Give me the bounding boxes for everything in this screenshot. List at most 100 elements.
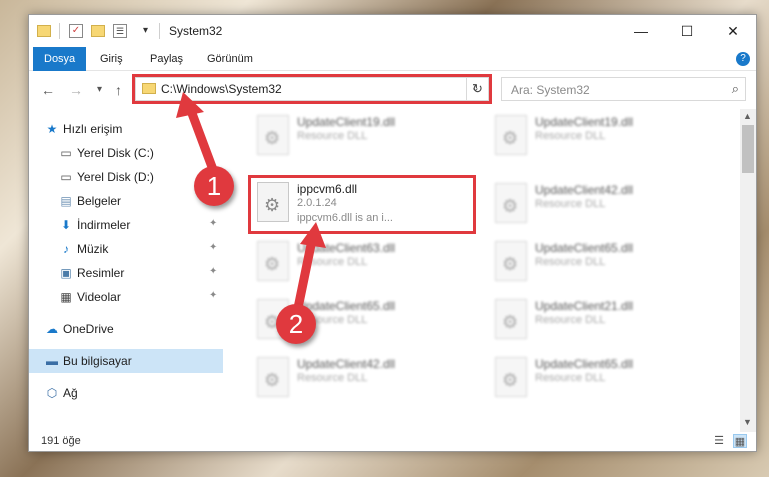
sidebar-item-label: Müzik: [77, 242, 109, 256]
title-bar: ✓ ☰ ▾ System32 — ☐ ✕: [29, 15, 756, 47]
sidebar-item-local-disk-c[interactable]: ▭ Yerel Disk (C:): [29, 141, 223, 165]
scroll-down-icon[interactable]: ▼: [743, 417, 752, 427]
help-icon[interactable]: ?: [736, 52, 750, 66]
sidebar-item-quick-access[interactable]: ★ Hızlı erişim: [29, 117, 223, 141]
file-item[interactable]: ⚙ UpdateClient65.dll Resource DLL: [485, 237, 705, 293]
dll-file-icon: ⚙: [495, 115, 527, 155]
sidebar-item-onedrive[interactable]: ☁ OneDrive: [29, 317, 223, 341]
file-item[interactable]: ⚙ UpdateClient65.dll Resource DLL: [485, 353, 705, 409]
close-button[interactable]: ✕: [710, 15, 756, 47]
pin-icon[interactable]: ✦: [209, 290, 217, 301]
sidebar-item-label: Resimler: [77, 266, 125, 280]
item-count: 191 öğe: [41, 435, 81, 447]
cloud-icon: ☁: [46, 322, 58, 336]
status-bar: 191 öğe ☰ ▦: [29, 432, 756, 451]
file-type: Resource DLL: [535, 256, 606, 268]
divider: [59, 23, 60, 39]
file-type: Resource DLL: [535, 198, 606, 210]
explorer-window: ✓ ☰ ▾ System32 — ☐ ✕ Dosya Giriş Paylaş …: [28, 14, 757, 452]
file-type: Resource DLL: [297, 256, 368, 268]
file-item[interactable]: ⚙ UpdateClient19.dll Resource DLL: [485, 111, 705, 167]
drive-icon: ▭: [60, 146, 72, 160]
pin-icon[interactable]: ✦: [209, 266, 217, 277]
sidebar-item-label: OneDrive: [63, 322, 114, 336]
tab-home[interactable]: Giriş: [89, 47, 134, 71]
tab-view[interactable]: Görünüm: [196, 47, 264, 71]
tiles-view-icon[interactable]: ▦: [733, 434, 747, 448]
vertical-scrollbar[interactable]: ▲ ▼: [740, 109, 756, 432]
tab-file[interactable]: Dosya: [33, 47, 87, 71]
sidebar-item-label: Yerel Disk (D:): [77, 170, 154, 184]
sidebar-item-pictures[interactable]: ▣ Resimler ✦: [29, 261, 223, 285]
address-highlight-box: [132, 74, 492, 104]
dll-file-icon: ⚙: [257, 115, 289, 155]
pin-icon[interactable]: ✦: [209, 242, 217, 253]
customize-toolbar-icon[interactable]: ☰: [113, 24, 127, 38]
sidebar-item-network[interactable]: ⬡ Ağ: [29, 381, 223, 405]
file-name: UpdateClient21.dll: [535, 299, 634, 313]
chevron-down-icon[interactable]: ▾: [143, 25, 148, 41]
dll-file-icon: ⚙: [495, 357, 527, 397]
file-name: UpdateClient65.dll: [535, 357, 634, 371]
dll-file-icon: ⚙: [257, 357, 289, 397]
dll-file-icon: ⚙: [495, 183, 527, 223]
sidebar-item-downloads[interactable]: ⬇ İndirmeler ✦: [29, 213, 223, 237]
navigation-bar: ← → ▾ ↑ C:\Windows\System32 ⌄ ↻ Ara: Sys…: [29, 72, 756, 108]
ribbon-tabs: Dosya Giriş Paylaş Görünüm ?: [29, 47, 756, 71]
up-button[interactable]: ↑: [115, 82, 122, 98]
folder-icon: [37, 25, 51, 37]
refresh-button[interactable]: ↻: [466, 77, 488, 101]
sidebar-item-this-pc[interactable]: ▬ Bu bilgisayar: [29, 349, 223, 373]
videos-icon: ▦: [60, 290, 72, 304]
pin-icon[interactable]: ✦: [209, 218, 217, 229]
minimize-button[interactable]: —: [618, 15, 664, 47]
sidebar-item-music[interactable]: ♪ Müzik ✦: [29, 237, 223, 261]
tab-share[interactable]: Paylaş: [139, 47, 194, 71]
dll-file-icon: ⚙: [495, 299, 527, 339]
scroll-thumb[interactable]: [742, 125, 754, 173]
star-icon: ★: [46, 122, 58, 136]
documents-icon: ▤: [60, 194, 72, 208]
sidebar-item-documents[interactable]: ▤ Belgeler ✦: [29, 189, 223, 213]
details-view-icon[interactable]: ☰: [712, 434, 726, 448]
back-button[interactable]: ←: [41, 82, 55, 98]
file-name: UpdateClient42.dll: [535, 183, 634, 197]
file-name: UpdateClient65.dll: [535, 241, 634, 255]
computer-icon: ▬: [46, 354, 58, 368]
file-highlight-box: [248, 175, 476, 234]
sidebar-item-label: Hızlı erişim: [63, 122, 123, 136]
sidebar-item-label: Ağ: [63, 386, 78, 400]
file-item[interactable]: ⚙ UpdateClient42.dll Resource DLL: [485, 179, 705, 235]
file-name: UpdateClient19.dll: [535, 115, 634, 129]
maximize-button[interactable]: ☐: [664, 15, 710, 47]
sidebar-item-label: Videolar: [77, 290, 121, 304]
file-type: Resource DLL: [535, 314, 606, 326]
pictures-icon: ▣: [60, 266, 72, 280]
file-name: UpdateClient19.dll: [297, 115, 396, 129]
network-icon: ⬡: [46, 386, 58, 400]
scroll-up-icon[interactable]: ▲: [743, 111, 752, 121]
callout-number-1: 1: [194, 166, 234, 206]
search-box[interactable]: Ara: System32 ⌕: [501, 77, 746, 101]
file-type: Resource DLL: [535, 372, 606, 384]
file-type: Resource DLL: [297, 130, 368, 142]
search-input[interactable]: Ara: System32: [511, 83, 590, 97]
forward-button[interactable]: →: [69, 82, 83, 98]
file-item[interactable]: ⚙ UpdateClient19.dll Resource DLL: [247, 111, 467, 167]
file-name: UpdateClient63.dll: [297, 241, 396, 255]
divider: [159, 23, 160, 39]
file-item[interactable]: ⚙ UpdateClient63.dll Resource DLL: [247, 237, 467, 293]
file-list: ⚙ UpdateClient19.dll Resource DLL ⚙ ippc…: [227, 109, 738, 432]
new-folder-icon[interactable]: [91, 25, 105, 37]
file-item[interactable]: ⚙ UpdateClient21.dll Resource DLL: [485, 295, 705, 351]
file-item[interactable]: ⚙ UpdateClient42.dll Resource DLL: [247, 353, 467, 409]
sidebar-item-label: İndirmeler: [77, 218, 131, 232]
recent-locations-button[interactable]: ▾: [97, 84, 102, 95]
sidebar-item-videos[interactable]: ▦ Videolar ✦: [29, 285, 223, 309]
download-icon: ⬇: [60, 218, 72, 232]
window-title: System32: [169, 24, 223, 38]
drive-icon: ▭: [60, 170, 72, 184]
file-type: Resource DLL: [535, 130, 606, 142]
search-icon[interactable]: ⌕: [732, 81, 739, 97]
properties-icon[interactable]: ✓: [69, 24, 83, 38]
